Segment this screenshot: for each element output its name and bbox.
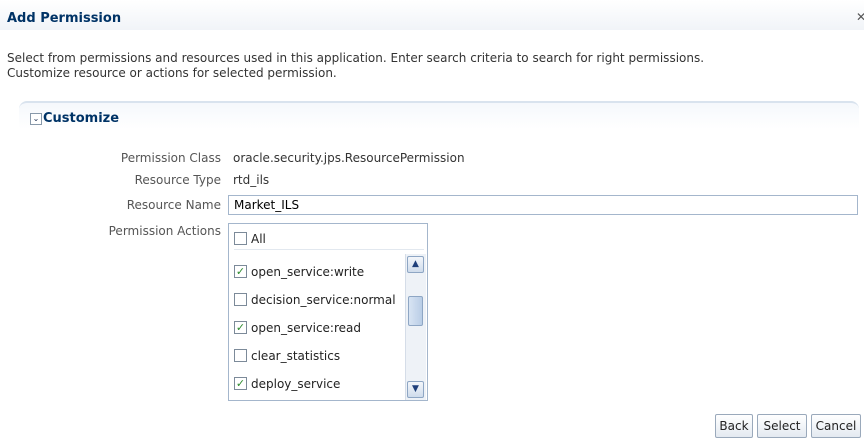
add-permission-dialog: Add Permission ✕ Select from permissions… — [0, 0, 864, 443]
cancel-button[interactable]: Cancel — [811, 414, 861, 438]
chevron-down-icon[interactable]: ⌄ — [30, 113, 42, 125]
select-all-checkbox[interactable] — [234, 232, 247, 245]
permission-class-label: Permission Class — [120, 151, 221, 165]
resource-type-label: Resource Type — [134, 173, 221, 187]
select-all-label: All — [251, 232, 266, 246]
action-label: deploy_service — [251, 377, 341, 391]
list-item[interactable]: clear_statistics — [234, 347, 404, 365]
actions-scroll-area: ✓ open_service:write decision_service:no… — [229, 254, 404, 400]
customize-title: Customize — [43, 111, 120, 126]
scroll-down-icon[interactable]: ▼ — [407, 381, 424, 398]
back-button[interactable]: Back — [715, 414, 753, 438]
action-checkbox[interactable]: ✓ — [234, 377, 247, 390]
select-all-row[interactable]: All — [234, 229, 424, 250]
close-icon[interactable]: ✕ — [856, 10, 864, 24]
resource-name-label: Resource Name — [126, 198, 221, 212]
action-checkbox[interactable]: ✓ — [234, 265, 247, 278]
customize-header[interactable]: ⌄ Customize — [19, 101, 859, 129]
resource-name-input[interactable] — [228, 195, 858, 215]
list-item[interactable]: ✓ deploy_service — [234, 375, 404, 393]
action-label: open_service:write — [251, 265, 365, 279]
action-checkbox[interactable]: ✓ — [234, 321, 247, 334]
list-item[interactable]: decision_service:normal — [234, 291, 404, 309]
action-checkbox[interactable] — [234, 349, 247, 362]
action-checkbox[interactable] — [234, 293, 247, 306]
list-item[interactable]: ✓ open_service:write — [234, 263, 404, 281]
scrollbar-thumb[interactable] — [408, 296, 423, 326]
permission-actions-list: All ✓ open_service:write decision_servic… — [228, 223, 428, 401]
dialog-titlebar: Add Permission ✕ — [0, 0, 864, 30]
actions-scrollbar[interactable]: ▲ ▼ — [405, 254, 426, 400]
list-item[interactable]: ✓ open_service:read — [234, 319, 404, 337]
action-label: decision_service:normal — [251, 293, 396, 307]
instructions-line-1: Select from permissions and resources us… — [7, 51, 705, 65]
instructions: Select from permissions and resources us… — [7, 51, 847, 81]
dialog-footer: Back Select Cancel — [0, 411, 864, 443]
resource-type-value: rtd_ils — [233, 173, 270, 187]
action-label: open_service:read — [251, 321, 361, 335]
action-label: clear_statistics — [251, 349, 341, 363]
permission-actions-label: Permission Actions — [108, 224, 221, 238]
select-button[interactable]: Select — [757, 414, 807, 438]
scroll-up-icon[interactable]: ▲ — [407, 256, 424, 273]
permission-class-value: oracle.security.jps.ResourcePermission — [233, 151, 465, 165]
instructions-line-2: Customize resource or actions for select… — [7, 66, 337, 80]
dialog-title: Add Permission — [7, 11, 122, 26]
